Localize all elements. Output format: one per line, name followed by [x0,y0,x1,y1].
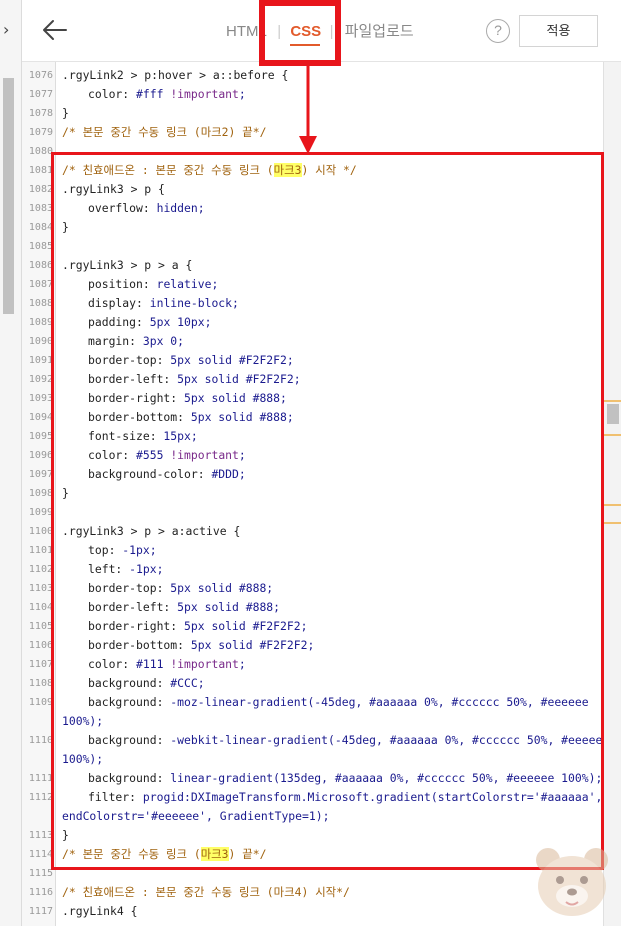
line-number: 1077 [28,89,53,100]
help-button[interactable]: ? [486,19,510,43]
code-line[interactable]: } [62,104,69,123]
line-number: 1076 [28,70,53,81]
line-number: 1117 [28,906,53,917]
scroll-marker [604,400,621,402]
scroll-marker [604,434,621,436]
left-panel-strip: › [0,0,22,926]
line-number: 1079 [28,127,53,138]
chevron-right-icon[interactable]: › [3,20,9,40]
arrow-left-icon[interactable] [40,14,70,46]
apply-button[interactable]: 적용 [519,15,598,47]
line-number: 1116 [28,887,53,898]
code-line[interactable]: .rgyLink4 { [62,902,137,921]
editor-scrollbar[interactable] [603,62,621,926]
code-line[interactable]: /* 친효애드온 : 본문 중간 수동 링크 (마크4) 시작*/ [62,883,350,902]
code-highlight-box [51,152,604,870]
annotation-arrow-icon [299,64,317,154]
bear-watermark-icon [536,848,608,916]
editor-scrollbar-thumb[interactable] [607,404,619,424]
scroll-marker [604,504,621,506]
scroll-marker [604,522,621,524]
code-line[interactable]: .rgyLink2 > p:hover > a::before { [62,66,288,85]
css-tab-highlight-box [259,0,341,66]
tab-file-upload[interactable]: 파일업로드 [345,22,414,42]
code-line[interactable]: /* 본문 중간 수동 링크 (마크2) 끝*/ [62,123,266,142]
left-scrollbar-thumb[interactable] [3,78,14,314]
code-line[interactable]: color: #fff !important; [88,85,246,104]
line-number: 1078 [28,108,53,119]
